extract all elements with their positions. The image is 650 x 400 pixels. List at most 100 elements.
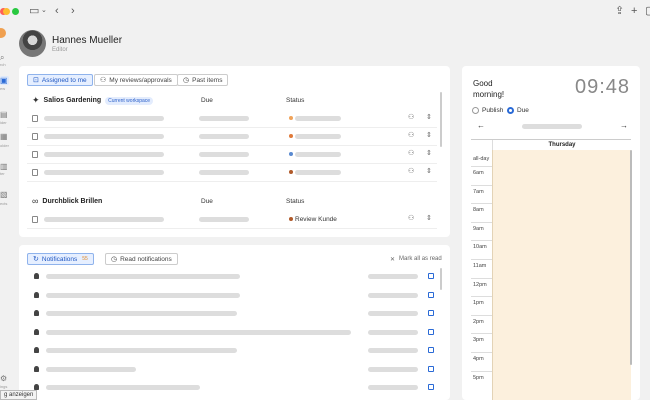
tab-read-notifications[interactable]: ◷ Read notifications — [105, 253, 178, 265]
back-button[interactable]: ‹ — [55, 4, 59, 18]
zoom-window-button[interactable] — [12, 8, 19, 15]
clock-icon: ◷ — [183, 77, 190, 84]
folder-icon[interactable]: ▦ — [0, 132, 9, 141]
workspace-logo-icon: ✦ — [32, 95, 40, 105]
rail-label-provider: ider — [0, 120, 7, 125]
glasses-logo-icon: ∞ — [32, 196, 39, 206]
mark-read-checkbox[interactable] — [428, 328, 434, 335]
assign-users-icon[interactable]: ⚇ — [408, 214, 414, 222]
notification-text-placeholder — [46, 366, 136, 372]
notification-date-placeholder — [368, 292, 418, 298]
tasks-scrollbar[interactable] — [440, 92, 442, 147]
notification-row[interactable] — [27, 379, 437, 397]
task-title-placeholder — [44, 170, 164, 175]
mark-all-read-button[interactable]: ✕ Mark all as read — [390, 256, 442, 263]
tab-my-reviews[interactable]: ⚇ My reviews/approvals — [94, 74, 178, 86]
due-date-placeholder — [199, 134, 249, 139]
inbox-icon: ⊡ — [33, 77, 39, 84]
previous-day-button[interactable]: ← — [477, 121, 485, 130]
workspace-name: Durchblick Brillen — [42, 197, 103, 205]
mark-read-checkbox[interactable] — [428, 384, 434, 390]
tab-notifications[interactable]: ↻ Notifications 55 — [27, 253, 94, 265]
radio-button[interactable] — [507, 107, 514, 114]
status-dot — [289, 116, 293, 120]
tabs-overview-icon[interactable]: ▢ — [645, 4, 650, 18]
hour-label: 7am — [473, 188, 484, 195]
next-day-button[interactable]: → — [620, 121, 628, 130]
notification-row[interactable] — [27, 287, 437, 305]
task-row[interactable]: Review Kunde ⚇ ⇕ — [27, 211, 437, 229]
due-date-placeholder — [199, 170, 249, 175]
rail-label-search: rch — [0, 62, 6, 67]
assign-users-icon[interactable]: ⚇ — [408, 149, 414, 157]
assign-users-icon[interactable]: ⚇ — [408, 113, 414, 121]
hour-divider — [471, 352, 492, 353]
notification-row[interactable] — [27, 361, 437, 379]
day-header: Thursday — [492, 140, 631, 150]
assign-users-icon[interactable]: ⚇ — [408, 131, 414, 139]
notification-date-placeholder — [368, 311, 418, 316]
radio-due[interactable]: Due — [507, 107, 529, 114]
hour-label: 11am — [473, 263, 487, 269]
chevron-down-icon[interactable]: ⌄ — [41, 4, 47, 18]
hour-label: 3pm — [473, 337, 484, 344]
settings-icon[interactable]: ⚙ — [0, 374, 9, 383]
notification-row[interactable] — [27, 342, 437, 360]
clock-icon: ◷ — [111, 256, 118, 263]
assign-users-icon[interactable]: ⚇ — [408, 167, 414, 175]
avatar[interactable] — [19, 30, 46, 57]
day-column[interactable] — [492, 150, 631, 400]
notification-text-placeholder — [46, 348, 237, 353]
minimize-window-button[interactable] — [3, 8, 10, 15]
share-icon[interactable]: ⇪ — [615, 4, 624, 18]
search-icon[interactable]: ⌕ — [0, 53, 9, 62]
radio-publish[interactable]: Publish — [472, 107, 503, 114]
task-row[interactable]: ⚇ ⇕ — [27, 110, 437, 128]
notifications-scrollbar[interactable] — [440, 268, 442, 290]
sort-arrows-icon[interactable]: ⇕ — [426, 149, 432, 157]
status-dot — [289, 217, 293, 221]
task-row[interactable]: ⚇ ⇕ — [27, 146, 437, 164]
rail-label-projects: ects — [0, 201, 8, 206]
sidebar-toggle-icon[interactable]: ▭ — [29, 4, 39, 18]
filter-icon[interactable]: ▥ — [0, 162, 9, 171]
tab-assigned-to-me[interactable]: ⊡ Assigned to me — [27, 74, 93, 86]
sort-arrows-icon[interactable]: ⇕ — [426, 131, 432, 139]
mark-read-checkbox[interactable] — [428, 273, 434, 279]
sort-arrows-icon[interactable]: ⇕ — [426, 214, 432, 222]
mark-read-checkbox[interactable] — [428, 365, 434, 372]
browser-toolbar: ▭ ⌄ ‹ › ⇪ + ▢ — [0, 0, 650, 22]
mark-read-checkbox[interactable] — [428, 291, 434, 298]
notification-date-placeholder — [368, 385, 418, 390]
hour-label: 8am — [473, 207, 484, 214]
provider-icon[interactable]: ▤ — [0, 110, 9, 119]
task-row[interactable]: ⚇ ⇕ — [27, 164, 437, 182]
notification-row[interactable] — [27, 305, 437, 323]
sort-arrows-icon[interactable]: ⇕ — [426, 167, 432, 175]
new-tab-button[interactable]: + — [631, 4, 637, 18]
hour-divider — [471, 184, 492, 186]
overview-icon[interactable]: ▣ — [0, 76, 9, 85]
status-dot — [289, 170, 293, 174]
task-title-placeholder — [44, 116, 164, 121]
notification-row[interactable] — [27, 268, 437, 286]
sort-arrows-icon[interactable]: ⇕ — [426, 113, 432, 121]
notification-row[interactable] — [27, 324, 437, 342]
hour-divider — [471, 333, 492, 335]
rail-label-folder: older — [0, 143, 9, 148]
task-row[interactable]: ⚇ ⇕ — [27, 128, 437, 146]
mark-read-checkbox[interactable] — [428, 310, 434, 316]
current-workspace-badge: Current workspace — [105, 96, 154, 105]
greeting: Good morning! — [473, 78, 504, 100]
mark-read-checkbox[interactable] — [428, 347, 434, 353]
notification-count-badge: 55 — [82, 256, 88, 262]
left-navigation-rail: ⌕ rch ▣ ew ▤ ider ▦ older ▥ ter ▧ ects ⚙… — [0, 22, 11, 400]
clock: 09:48 — [575, 76, 631, 98]
forward-button[interactable]: › — [71, 4, 75, 18]
column-header-status: Status — [286, 97, 305, 104]
projects-icon[interactable]: ▧ — [0, 190, 9, 199]
calendar-scrollbar[interactable] — [630, 150, 632, 365]
tab-past-items[interactable]: ◷ Past items — [177, 74, 229, 86]
radio-button[interactable] — [472, 107, 479, 114]
app-logo[interactable] — [0, 28, 6, 38]
